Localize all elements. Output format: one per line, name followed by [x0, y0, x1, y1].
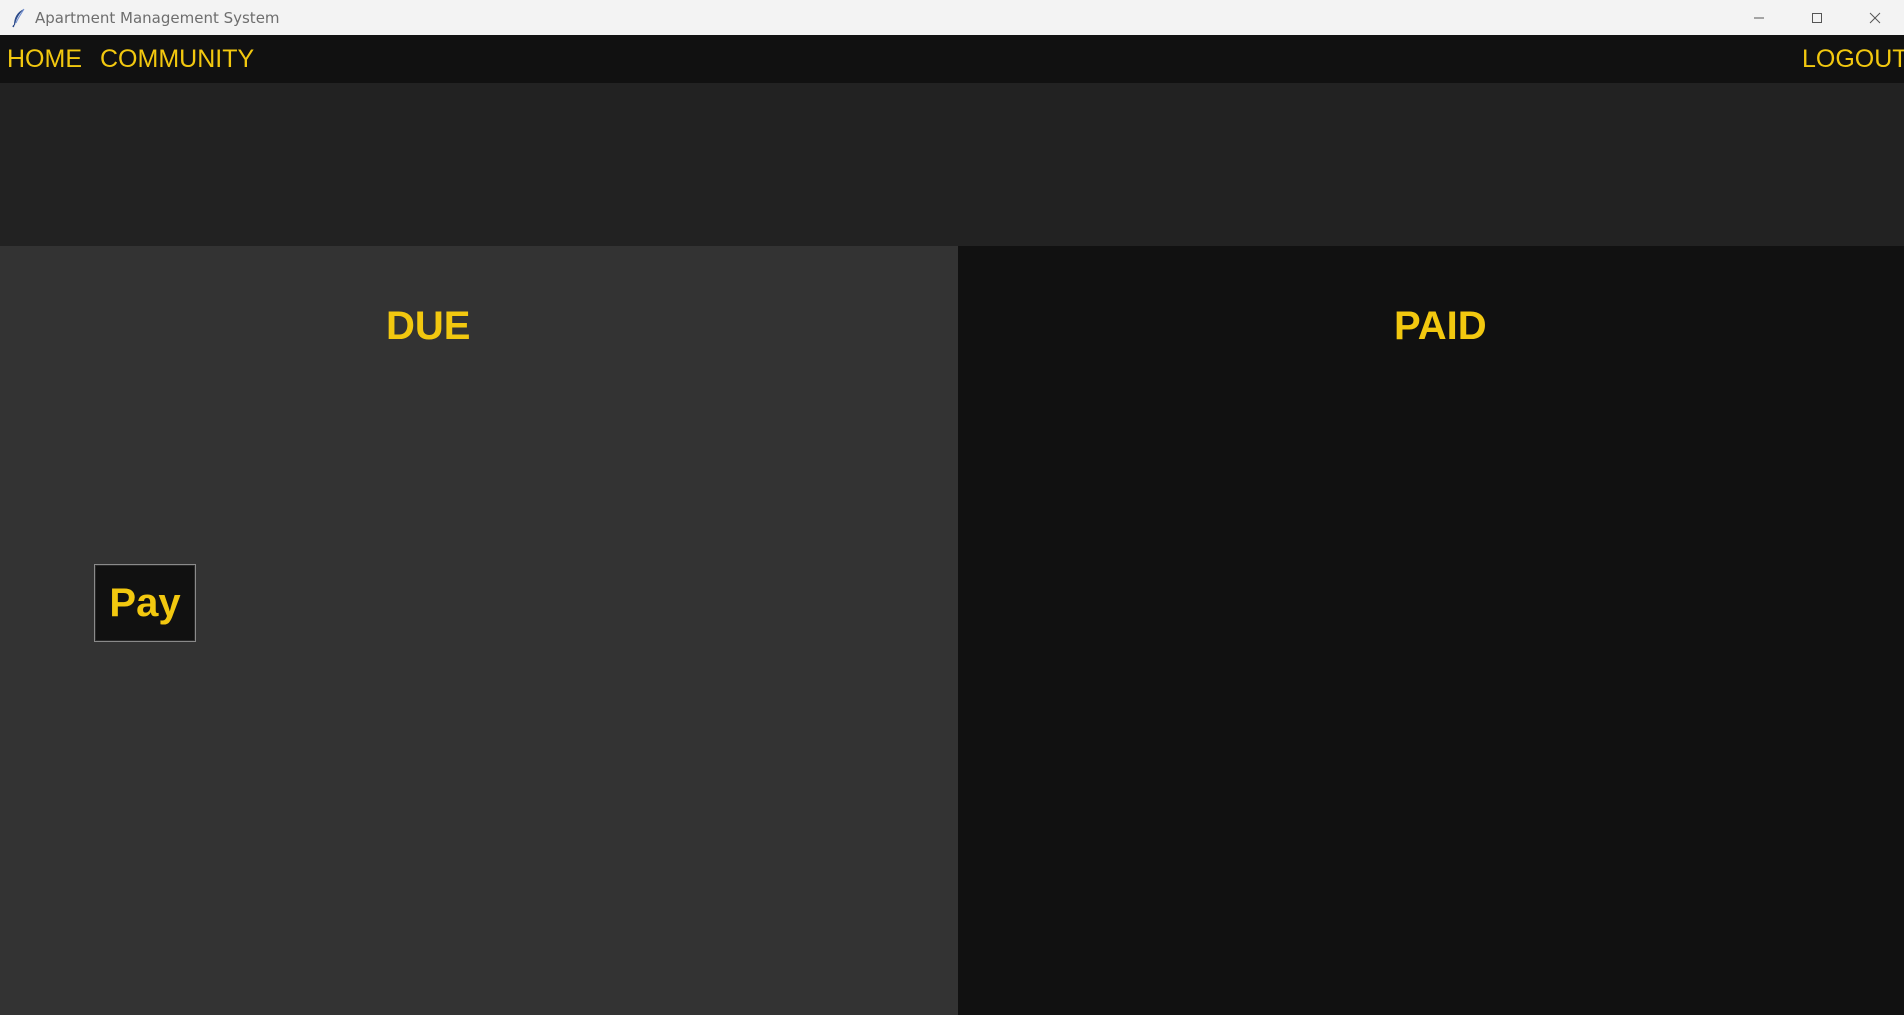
maximize-icon	[1812, 12, 1822, 23]
close-icon	[1869, 12, 1881, 23]
nav-community-link[interactable]: COMMUNITY	[100, 35, 254, 83]
maximize-button[interactable]	[1788, 0, 1846, 35]
feather-icon	[9, 8, 29, 28]
nav-home-link[interactable]: HOME	[7, 35, 82, 83]
minimize-icon	[1754, 17, 1764, 18]
window-title: Apartment Management System	[35, 8, 280, 27]
due-heading: DUE	[386, 304, 471, 348]
nav-logout-link[interactable]: LOGOUT	[1802, 35, 1904, 83]
paid-panel: PAID	[958, 246, 1904, 1015]
paid-heading: PAID	[1394, 304, 1487, 348]
pay-button[interactable]: Pay	[94, 564, 196, 642]
header-banner	[0, 83, 1904, 246]
due-panel: DUE Pay	[0, 246, 958, 1015]
nav-bar: HOME COMMUNITY LOGOUT	[0, 35, 1904, 83]
close-button[interactable]	[1846, 0, 1904, 35]
minimize-button[interactable]	[1730, 0, 1788, 35]
title-bar[interactable]: Apartment Management System	[0, 0, 1904, 35]
window-controls	[1730, 0, 1904, 35]
app-window: Apartment Management System HOME COMMUNI…	[0, 0, 1904, 1015]
